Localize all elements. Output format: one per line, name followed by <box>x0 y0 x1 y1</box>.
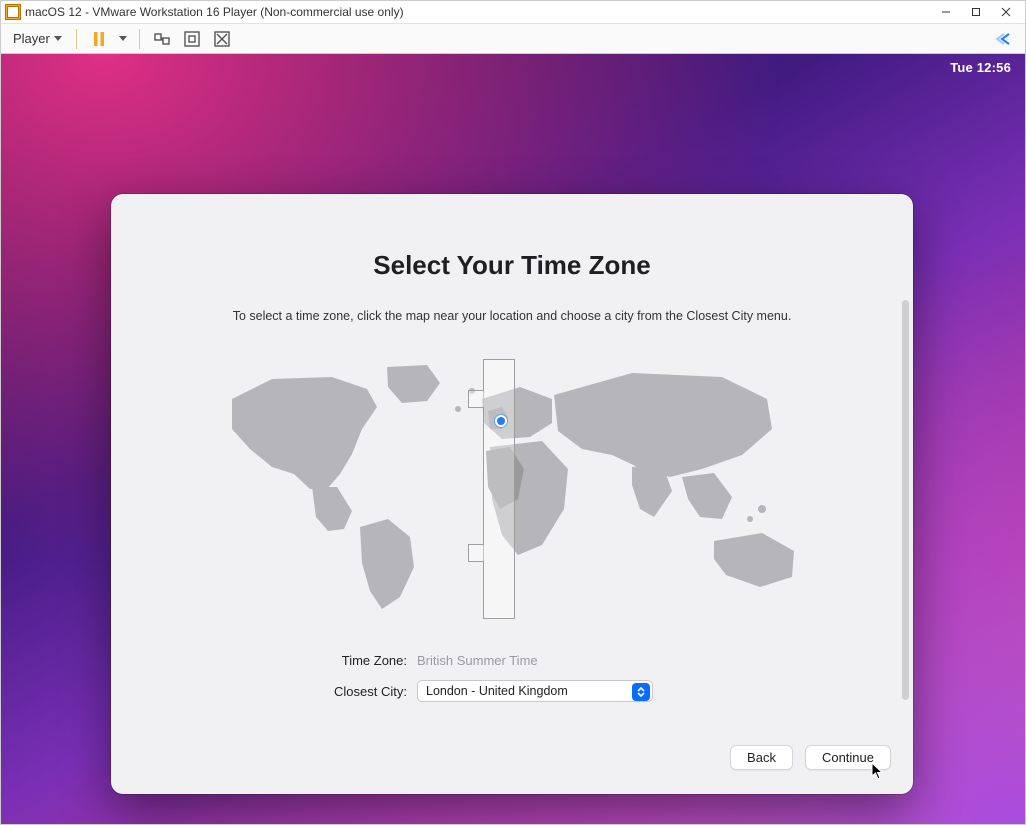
player-menu[interactable]: Player <box>7 29 68 48</box>
unity-mode-button[interactable] <box>208 27 236 51</box>
selected-timezone-band <box>483 359 515 619</box>
window-maximize-button[interactable] <box>961 2 991 22</box>
window-titlebar[interactable]: macOS 12 - VMware Workstation 16 Player … <box>1 1 1025 23</box>
closest-city-label: Closest City: <box>232 684 407 699</box>
pause-vm-button[interactable] <box>85 27 113 51</box>
page-subtitle: To select a time zone, click the map nea… <box>151 309 873 323</box>
select-chevrons-icon <box>632 683 650 701</box>
mouse-cursor-icon <box>871 762 885 780</box>
closest-city-select[interactable]: London - United Kingdom <box>417 680 653 702</box>
window-close-button[interactable] <box>991 2 1021 22</box>
back-button[interactable]: Back <box>730 745 793 770</box>
back-button-label: Back <box>747 750 776 765</box>
toolbar-divider <box>76 29 77 49</box>
closest-city-value: London - United Kingdom <box>426 684 568 698</box>
player-menu-label: Player <box>13 31 50 46</box>
fullscreen-button[interactable] <box>178 27 206 51</box>
vmware-toolbar: Player <box>1 23 1025 54</box>
window-title: macOS 12 - VMware Workstation 16 Player … <box>25 5 404 19</box>
setup-footer: Back Continue <box>111 736 913 794</box>
setup-content: Select Your Time Zone To select a time z… <box>111 194 913 736</box>
timezone-label: Time Zone: <box>232 653 407 668</box>
toolbar-divider <box>139 29 140 49</box>
chevron-down-icon <box>54 36 62 41</box>
guest-viewport: Tue 12:56 Select Your Time Zone To selec… <box>1 54 1025 824</box>
toolbar-collapse-button[interactable] <box>991 27 1019 51</box>
page-title: Select Your Time Zone <box>151 250 873 281</box>
send-ctrl-alt-del-button[interactable] <box>148 27 176 51</box>
content-scrollbar[interactable] <box>902 300 909 700</box>
menu-bar-clock[interactable]: Tue 12:56 <box>950 60 1011 75</box>
chevron-down-icon <box>119 36 127 41</box>
timezone-value: British Summer Time <box>417 653 792 668</box>
vmware-player-window: macOS 12 - VMware Workstation 16 Player … <box>0 0 1026 825</box>
timezone-map[interactable] <box>202 359 822 619</box>
continue-button-label: Continue <box>822 750 874 765</box>
vmware-app-icon <box>5 4 21 20</box>
location-pin-icon <box>497 417 505 425</box>
setup-assistant-window: Select Your Time Zone To select a time z… <box>111 194 913 794</box>
window-minimize-button[interactable] <box>931 2 961 22</box>
power-menu-button[interactable] <box>115 27 131 51</box>
